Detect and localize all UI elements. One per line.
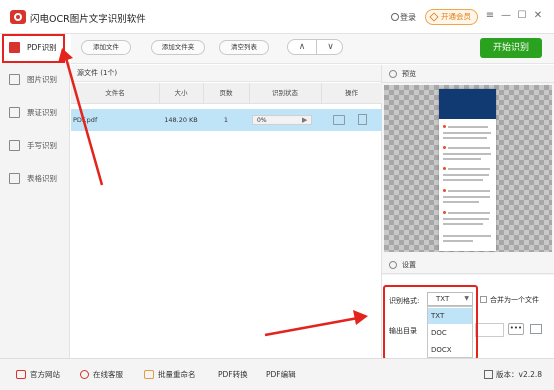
official-site-link[interactable]: 官方网站 [16,369,60,380]
version-label: 版本：v2.2.8 [496,370,543,379]
download-icon [484,370,493,379]
arrow-line [264,316,359,337]
arrow-head [353,310,368,325]
online-support-link[interactable]: 在线客服 [80,369,123,380]
version-info: 版本：v2.2.8 [484,369,542,380]
footer: 官方网站 在线客服 批量重命名 PDF转换 PDF编辑 版本：v2.2.8 [0,358,554,390]
footer-label: 在线客服 [93,370,123,379]
rename-icon [144,370,154,379]
pdf-convert-link[interactable]: PDF转换 [218,369,248,380]
footer-label: 批量重命名 [158,370,196,379]
monitor-icon [16,370,26,379]
user-support-icon [80,370,89,379]
footer-label: 官方网站 [30,370,60,379]
batch-rename-link[interactable]: 批量重命名 [144,369,196,380]
pdf-edit-link[interactable]: PDF编辑 [266,369,296,380]
annotation-arrows [58,48,368,337]
arrow-line [64,57,104,186]
